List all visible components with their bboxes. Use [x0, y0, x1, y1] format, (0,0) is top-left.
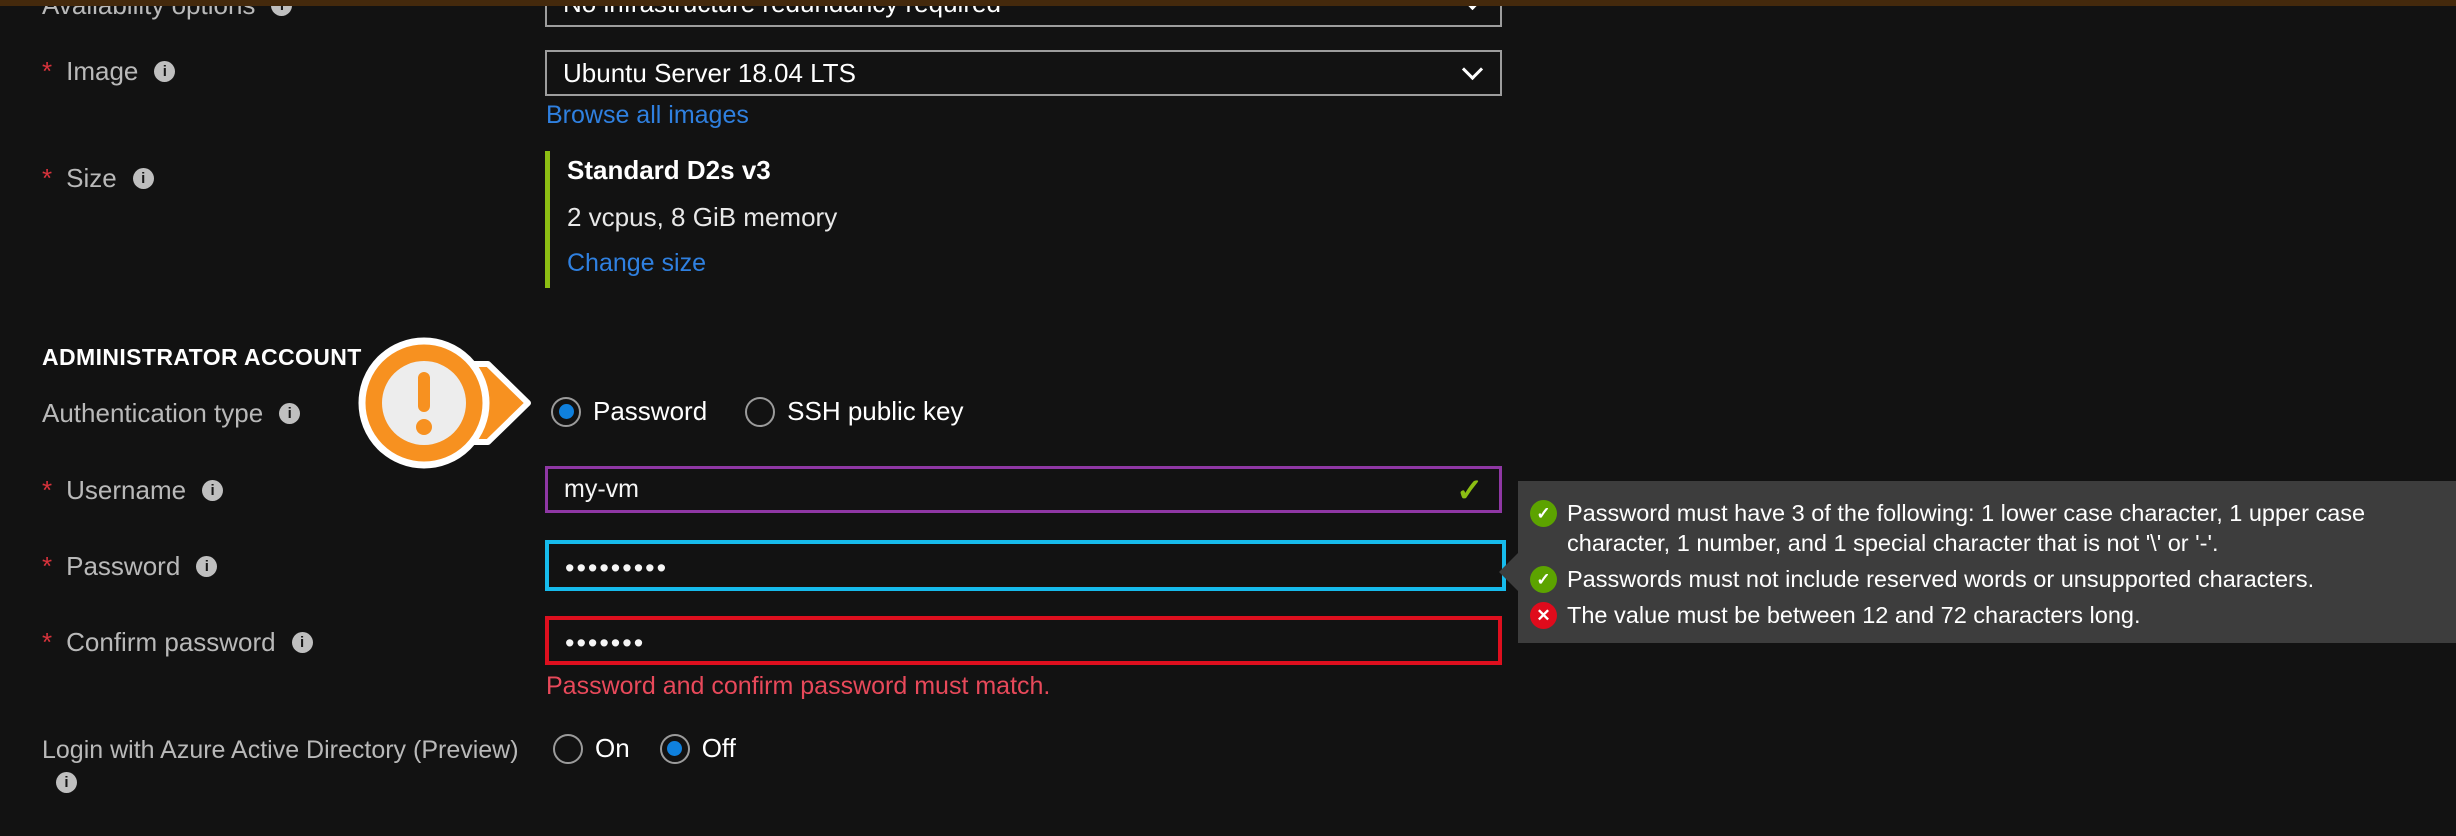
image-label-text: Image — [66, 56, 138, 87]
size-label: * Size — [42, 163, 154, 194]
size-summary: Standard D2s v3 2 vcpus, 8 GiB memory Ch… — [545, 151, 837, 288]
username-label-text: Username — [66, 475, 186, 506]
availability-options-label-text: Availability options — [42, 6, 255, 21]
availability-options-label: Availability options — [42, 6, 292, 21]
image-dropdown[interactable]: Ubuntu Server 18.04 LTS — [545, 50, 1502, 96]
cross-circle-icon — [1530, 602, 1557, 629]
administrator-account-heading: ADMINISTRATOR ACCOUNT — [42, 344, 362, 371]
radio-password[interactable]: Password — [551, 396, 707, 427]
tooltip-item-text: Passwords must not include reserved word… — [1567, 564, 2442, 594]
required-asterisk: * — [42, 551, 52, 582]
radio-off[interactable]: Off — [660, 733, 736, 764]
info-icon[interactable] — [56, 772, 77, 793]
attention-pointer-icon — [352, 324, 538, 482]
required-asterisk: * — [42, 163, 52, 194]
password-label: * Password — [42, 551, 217, 582]
radio-circle — [551, 397, 581, 427]
tooltip-arrow — [1499, 553, 1518, 591]
vm-create-form: Availability options No infrastructure r… — [0, 0, 2456, 836]
confirm-password-label-text: Confirm password — [66, 627, 276, 658]
size-specs: 2 vcpus, 8 GiB memory — [567, 202, 837, 233]
password-validation-tooltip: Password must have 3 of the following: 1… — [1518, 481, 2456, 643]
tooltip-item: Passwords must not include reserved word… — [1530, 564, 2442, 594]
password-input[interactable]: ••••••••• — [545, 540, 1506, 591]
valid-check-icon — [1456, 471, 1483, 509]
image-label: * Image — [42, 56, 175, 87]
size-name: Standard D2s v3 — [567, 155, 837, 186]
info-icon[interactable] — [292, 632, 313, 653]
username-input[interactable]: my-vm — [545, 466, 1502, 513]
required-asterisk: * — [42, 475, 52, 506]
info-icon[interactable] — [154, 61, 175, 82]
required-asterisk: * — [42, 627, 52, 658]
availability-options-dropdown[interactable]: No infrastructure redundancy required — [545, 6, 1502, 27]
radio-circle — [660, 734, 690, 764]
size-label-text: Size — [66, 163, 117, 194]
radio-circle — [553, 734, 583, 764]
change-size-link[interactable]: Change size — [567, 249, 706, 278]
username-value: my-vm — [564, 475, 639, 504]
radio-on[interactable]: On — [553, 733, 630, 764]
aad-login-label: Login with Azure Active Directory (Previ… — [42, 736, 519, 765]
password-label-text: Password — [66, 551, 180, 582]
info-icon[interactable] — [196, 556, 217, 577]
authentication-type-radio-group: Password SSH public key — [551, 396, 963, 427]
confirm-password-error: Password and confirm password must match… — [546, 672, 1050, 701]
tooltip-item-text: The value must be between 12 and 72 char… — [1567, 600, 2442, 630]
info-icon[interactable] — [279, 403, 300, 424]
required-asterisk: * — [42, 56, 52, 87]
info-icon[interactable] — [271, 6, 292, 16]
check-circle-icon — [1530, 566, 1557, 593]
confirm-password-label: * Confirm password — [42, 627, 313, 658]
authentication-type-label: Authentication type — [42, 398, 300, 429]
chevron-down-icon — [1462, 6, 1483, 10]
aad-login-label-text: Login with Azure Active Directory (Previ… — [42, 736, 519, 765]
username-label: * Username — [42, 475, 223, 506]
password-masked-value: ••••••••• — [565, 549, 668, 582]
radio-ssh-public-key[interactable]: SSH public key — [745, 396, 963, 427]
availability-options-value: No infrastructure redundancy required — [563, 6, 1465, 19]
tooltip-item: The value must be between 12 and 72 char… — [1530, 600, 2442, 630]
radio-on-label: On — [595, 733, 630, 764]
radio-ssh-label: SSH public key — [787, 396, 963, 427]
radio-off-label: Off — [702, 733, 736, 764]
info-icon[interactable] — [133, 168, 154, 189]
radio-password-label: Password — [593, 396, 707, 427]
chevron-down-icon — [1462, 58, 1483, 79]
aad-login-radio-group: On Off — [553, 733, 736, 764]
check-circle-icon — [1530, 500, 1557, 527]
browse-all-images-link[interactable]: Browse all images — [546, 101, 749, 130]
authentication-type-label-text: Authentication type — [42, 398, 263, 429]
clipped-top-row: Availability options No infrastructure r… — [0, 6, 2456, 27]
radio-circle — [745, 397, 775, 427]
confirm-password-masked-value: ••••••• — [565, 624, 645, 657]
tooltip-item: Password must have 3 of the following: 1… — [1530, 498, 2442, 558]
info-icon[interactable] — [202, 480, 223, 501]
tooltip-item-text: Password must have 3 of the following: 1… — [1567, 498, 2442, 558]
image-value: Ubuntu Server 18.04 LTS — [563, 58, 1465, 89]
confirm-password-input[interactable]: ••••••• — [545, 616, 1502, 665]
